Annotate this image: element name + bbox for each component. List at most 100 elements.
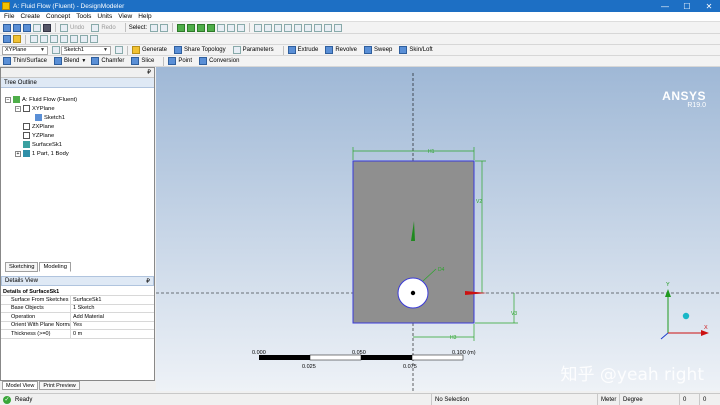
extrude-button[interactable]: Extrude bbox=[287, 46, 321, 54]
tree-item-sketch1[interactable]: Sketch1 bbox=[35, 113, 65, 122]
menu-concept[interactable]: Concept bbox=[46, 13, 70, 20]
point-filter-icon[interactable] bbox=[177, 23, 186, 32]
pin-icon[interactable]: ₽ bbox=[146, 278, 150, 285]
extend-selection-icon[interactable] bbox=[217, 23, 226, 32]
new-plane-button-icon[interactable] bbox=[52, 46, 60, 54]
parameters-button[interactable]: Parameters bbox=[232, 46, 276, 54]
thin-surface-button[interactable]: Thin/Surface bbox=[2, 57, 49, 65]
tab-model-view[interactable]: Model View bbox=[2, 381, 39, 390]
expand-icon[interactable]: + bbox=[15, 150, 21, 157]
new-sketch-icon[interactable] bbox=[50, 35, 58, 43]
new-icon[interactable] bbox=[3, 23, 11, 32]
details-row[interactable]: Thickness (>=0) 0 m bbox=[1, 330, 154, 339]
dimension-h1-label[interactable]: H1 bbox=[428, 149, 435, 155]
tree-item-fluid-flow[interactable]: − A: Fluid Flow (Fluent) bbox=[5, 95, 77, 104]
check-icon: ✓ bbox=[3, 395, 11, 404]
point-display-icon[interactable] bbox=[60, 35, 68, 43]
panel-pin-bar: ₽ bbox=[1, 68, 154, 78]
details-row[interactable]: Surface From Sketches SurfaceSk1 bbox=[1, 296, 154, 305]
undo-button[interactable]: Undo bbox=[59, 23, 86, 32]
status-length-unit[interactable]: Meter bbox=[598, 394, 620, 405]
viewport-canvas[interactable]: H1 V2 V3 H3 D4 0.000 0.050 0.100 (m) 0.0… bbox=[156, 67, 720, 391]
details-view-header: Details View ₽ bbox=[1, 276, 154, 286]
magnifier-icon[interactable] bbox=[304, 23, 313, 32]
point-button[interactable]: Point bbox=[167, 57, 194, 65]
plane-select[interactable]: XYPlane ▼ bbox=[2, 45, 48, 55]
zoom-box-icon[interactable] bbox=[284, 23, 293, 32]
menu-units[interactable]: Units bbox=[97, 13, 112, 20]
zoom-fit-icon[interactable] bbox=[294, 23, 303, 32]
face-filter-icon[interactable] bbox=[197, 23, 206, 32]
generate-button[interactable]: Generate bbox=[131, 46, 169, 54]
minimize-button[interactable]: — bbox=[654, 0, 676, 12]
conversion-button[interactable]: Conversion bbox=[198, 57, 241, 65]
tab-sketching[interactable]: Sketching bbox=[5, 262, 39, 272]
dimension-h3-label[interactable]: H3 bbox=[450, 335, 457, 341]
open-icon[interactable] bbox=[13, 23, 21, 32]
look-at-icon[interactable] bbox=[30, 35, 38, 43]
edge-display-icon[interactable] bbox=[70, 35, 78, 43]
skin-loft-button[interactable]: Skin/Loft bbox=[398, 46, 434, 54]
slice-button[interactable]: Slice bbox=[130, 57, 156, 65]
collapse-icon[interactable]: − bbox=[5, 96, 11, 103]
details-group-title[interactable]: Details of SurfaceSk1 bbox=[1, 288, 154, 296]
screenshot-icon[interactable] bbox=[43, 23, 51, 32]
tree-item-parts[interactable]: + 1 Part, 1 Body bbox=[15, 149, 69, 158]
menu-view[interactable]: View bbox=[118, 13, 132, 20]
triad-iso-ball[interactable] bbox=[682, 312, 690, 320]
rotate-icon[interactable] bbox=[254, 23, 263, 32]
parameters-icon bbox=[232, 46, 241, 54]
tree-outline-header: Tree Outline bbox=[1, 78, 154, 88]
sketch-select[interactable]: Sketch1 ▼ bbox=[61, 45, 111, 55]
details-row[interactable]: Orient With Plane Normal? Yes bbox=[1, 321, 154, 330]
zoom-icon[interactable] bbox=[274, 23, 283, 32]
blend-button[interactable]: Blend ▼ bbox=[53, 57, 86, 65]
menu-help[interactable]: Help bbox=[138, 13, 151, 20]
details-row[interactable]: Base Objects 1 Sketch bbox=[1, 304, 154, 313]
redo-button[interactable]: Redo bbox=[90, 23, 117, 32]
tree-item-yzplane[interactable]: YZPlane bbox=[23, 131, 54, 140]
select-mode-icon[interactable] bbox=[150, 23, 159, 32]
menu-tools[interactable]: Tools bbox=[76, 13, 91, 20]
features-toolbar: Thin/Surface Blend ▼ Chamfer Slice Point … bbox=[0, 56, 720, 67]
expand-selection-icon[interactable] bbox=[237, 23, 246, 32]
tab-modeling[interactable]: Modeling bbox=[39, 262, 71, 272]
pin-icon[interactable]: ₽ bbox=[147, 69, 151, 76]
edge-filter-icon[interactable] bbox=[187, 23, 196, 32]
face-display-icon[interactable] bbox=[80, 35, 88, 43]
status-angle-unit[interactable]: Degree bbox=[620, 394, 680, 405]
body-filter-icon[interactable] bbox=[207, 23, 216, 32]
sweep-button[interactable]: Sweep bbox=[363, 46, 394, 54]
isometric-view-icon[interactable] bbox=[334, 23, 343, 32]
dimension-v3-label[interactable]: V3 bbox=[511, 311, 517, 317]
graphics-viewport[interactable]: H1 V2 V3 H3 D4 0.000 0.050 0.100 (m) 0.0… bbox=[156, 67, 720, 391]
select-all-icon[interactable] bbox=[227, 23, 236, 32]
pan-icon[interactable] bbox=[264, 23, 273, 32]
share-topology-button[interactable]: Share Topology bbox=[173, 46, 228, 54]
tree-item-xyplane[interactable]: − XYPlane bbox=[15, 104, 55, 113]
close-button[interactable]: ✕ bbox=[698, 0, 720, 12]
tree-item-surfacesk1[interactable]: SurfaceSk1 bbox=[23, 140, 62, 149]
previous-view-icon[interactable] bbox=[314, 23, 323, 32]
export-icon[interactable] bbox=[33, 23, 41, 32]
restore-button[interactable]: ☐ bbox=[676, 0, 698, 12]
collapse-icon[interactable]: − bbox=[15, 105, 21, 112]
body-display-icon[interactable] bbox=[90, 35, 98, 43]
save-icon[interactable] bbox=[23, 23, 31, 32]
toolbar-separator bbox=[163, 56, 165, 66]
new-sketch-button-icon[interactable] bbox=[115, 46, 123, 54]
dimension-d4-label[interactable]: D4 bbox=[438, 267, 445, 273]
next-view-icon[interactable] bbox=[324, 23, 333, 32]
new-plane-icon[interactable] bbox=[40, 35, 48, 43]
tab-print-preview[interactable]: Print Preview bbox=[39, 381, 80, 390]
display-model-icon[interactable] bbox=[13, 35, 21, 43]
chamfer-button[interactable]: Chamfer bbox=[90, 57, 126, 65]
menu-file[interactable]: File bbox=[4, 13, 14, 20]
tree-item-zxplane[interactable]: ZXPlane bbox=[23, 122, 54, 131]
revolve-button[interactable]: Revolve bbox=[324, 46, 359, 54]
dimension-v2-label[interactable]: V2 bbox=[476, 199, 482, 205]
select-filter-icon[interactable] bbox=[160, 23, 169, 32]
display-plane-icon[interactable] bbox=[3, 35, 11, 43]
details-row[interactable]: Operation Add Material bbox=[1, 313, 154, 322]
menu-create[interactable]: Create bbox=[20, 13, 40, 20]
